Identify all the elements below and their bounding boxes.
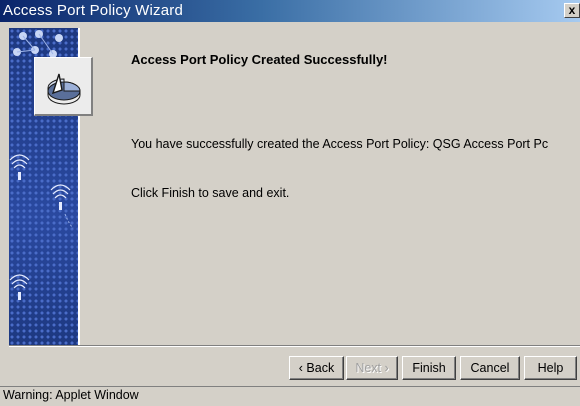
help-button[interactable]: Help bbox=[524, 356, 577, 380]
finish-instruction: Click Finish to save and exit. bbox=[131, 186, 290, 200]
back-button[interactable]: ‹ Back bbox=[289, 356, 344, 380]
close-icon: x bbox=[568, 3, 576, 17]
title-bar[interactable]: Access Port Policy Wizard x bbox=[0, 0, 580, 22]
network-nodes-icon bbox=[13, 30, 63, 58]
cancel-button[interactable]: Cancel bbox=[460, 356, 520, 380]
wizard-window: Access Port Policy Wizard x Access Port … bbox=[0, 0, 580, 406]
finish-button[interactable]: Finish bbox=[402, 356, 456, 380]
wireless-signal-icon bbox=[9, 154, 30, 180]
status-bar: Warning: Applet Window bbox=[0, 386, 580, 406]
wireless-signal-icon bbox=[9, 274, 30, 300]
window-title: Access Port Policy Wizard bbox=[3, 2, 184, 19]
pie-chart-icon bbox=[47, 73, 81, 105]
success-heading: Access Port Policy Created Successfully! bbox=[131, 52, 388, 67]
button-separator bbox=[9, 345, 580, 347]
applet-warning-text: Warning: Applet Window bbox=[3, 388, 139, 402]
wizard-icon-frame bbox=[34, 57, 93, 116]
next-button[interactable]: Next › bbox=[346, 356, 398, 380]
close-button[interactable]: x bbox=[564, 3, 580, 18]
success-message: You have successfully created the Access… bbox=[131, 137, 549, 151]
wireless-signal-icon bbox=[50, 184, 74, 229]
